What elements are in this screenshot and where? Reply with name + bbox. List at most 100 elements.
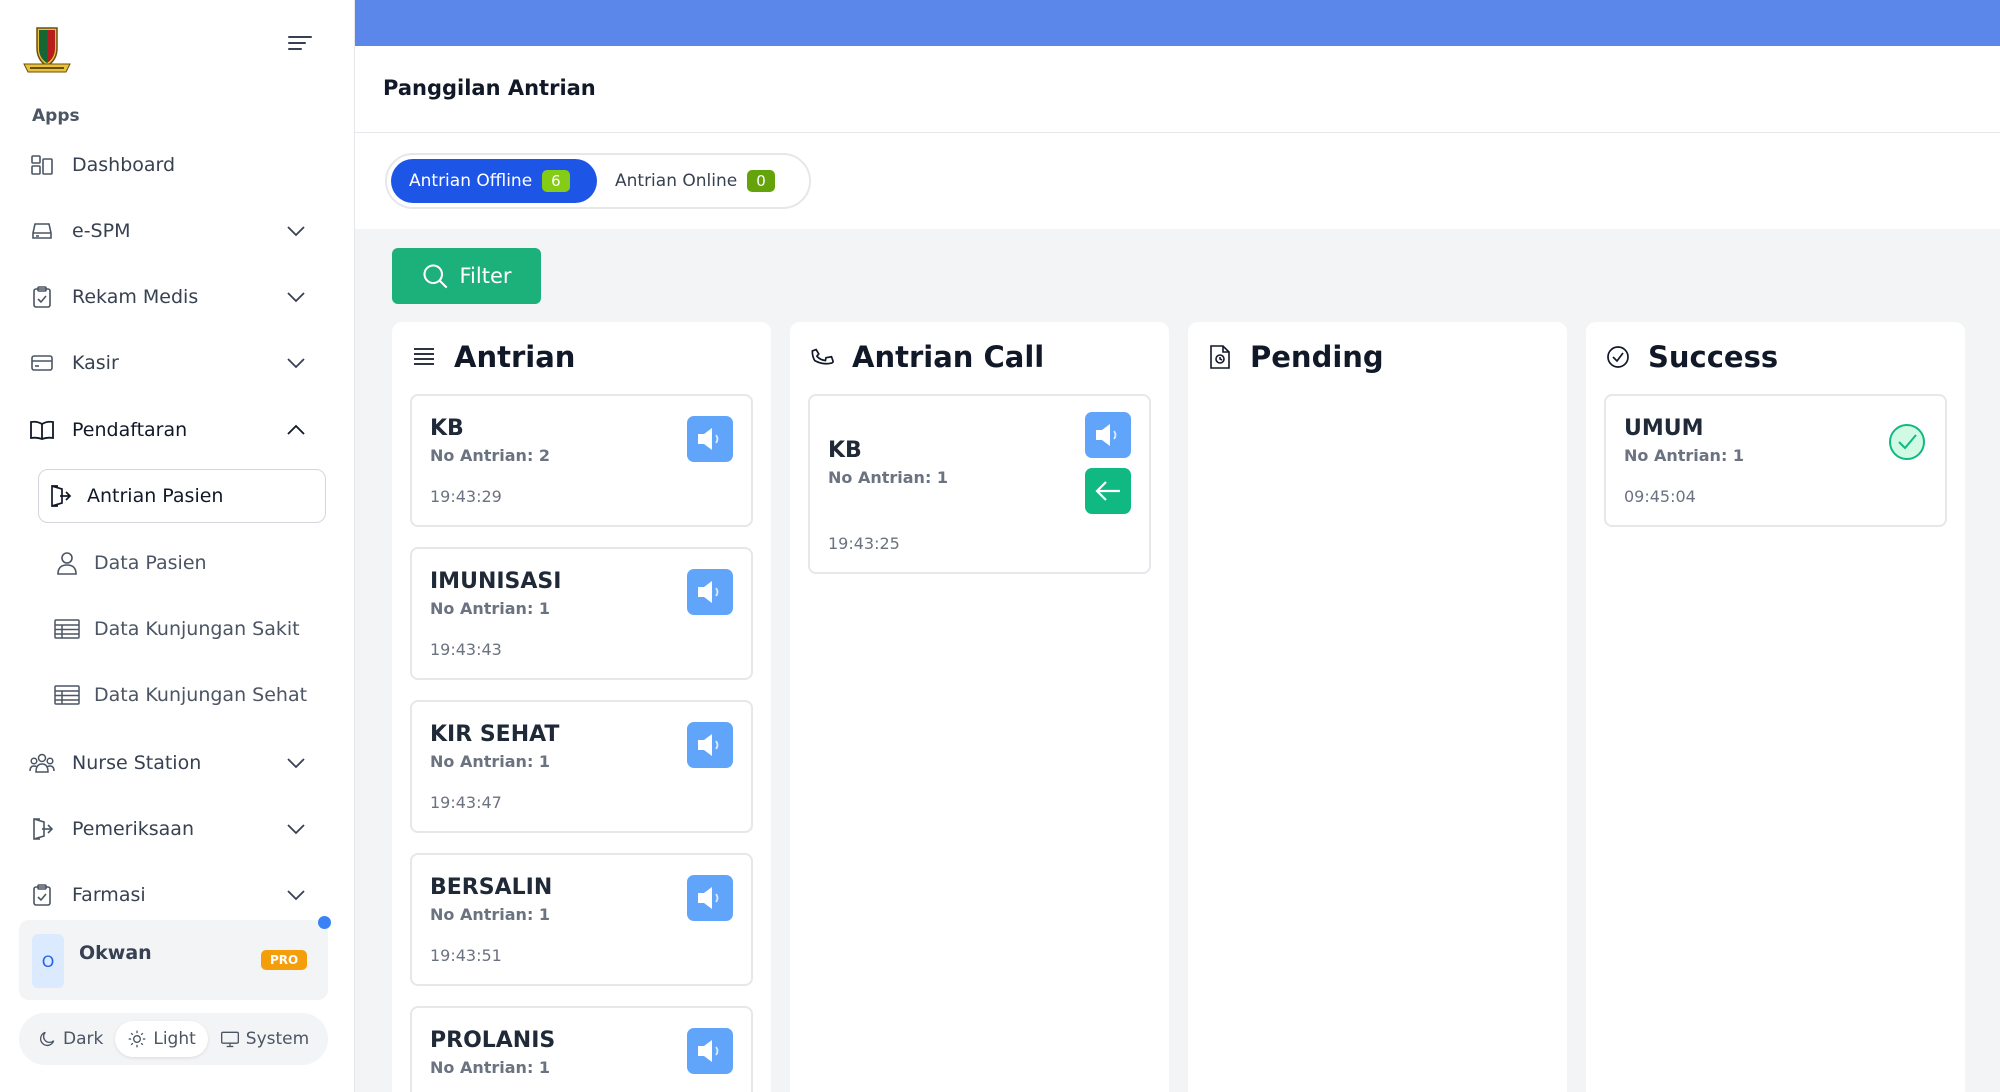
tab-antrian-online[interactable]: Antrian Online 0 [597, 159, 793, 203]
sidebar-subitem-data-kunjungan-sehat[interactable]: Data Kunjungan Sehat [46, 668, 328, 722]
sidebar-subitem-label: Data Kunjungan Sakit [94, 618, 300, 640]
user-name: Okwan [79, 942, 152, 964]
speaker-icon [698, 887, 719, 909]
sun-icon [129, 1030, 146, 1048]
sidebar-item-label: Pendaftaran [72, 419, 188, 441]
sidebar-item-pemeriksaan[interactable]: Pemeriksaan [28, 805, 328, 853]
queue-time: 19:43:47 [430, 793, 502, 812]
sidebar-item-label: Pemeriksaan [72, 818, 194, 840]
queue-number: No Antrian: 1 [828, 468, 949, 487]
chevron-down-icon [287, 890, 305, 901]
column-title: Success [1648, 340, 1779, 374]
tab-label: Antrian Online [615, 171, 738, 191]
filter-label: Filter [459, 264, 512, 288]
theme-light-label: Light [153, 1029, 196, 1049]
column-header: Antrian Call [808, 340, 1044, 374]
call-speaker-button[interactable] [687, 416, 733, 462]
call-speaker-button[interactable] [687, 569, 733, 615]
sidebar-subitem-label: Antrian Pasien [87, 485, 224, 507]
queue-service: PROLANIS [430, 1028, 556, 1053]
tab-antrian-offline[interactable]: Antrian Offline 6 [391, 159, 597, 203]
menu-toggle-icon[interactable] [288, 36, 312, 54]
call-speaker-button[interactable] [1085, 412, 1131, 458]
exit-icon [28, 815, 56, 843]
sidebar-subitem-label: Data Pasien [94, 552, 207, 574]
users-icon [28, 749, 56, 777]
queue-time: 19:43:43 [430, 640, 502, 659]
page-header: Panggilan Antrian [355, 46, 2000, 133]
column-header: Antrian [410, 340, 575, 374]
phone-call-icon [808, 343, 836, 371]
column-pending: Pending [1188, 322, 1567, 1092]
column-header: Success [1604, 340, 1778, 374]
queue-number: No Antrian: 1 [430, 599, 551, 618]
arrow-left-icon [1095, 481, 1120, 501]
column-title: Antrian Call [852, 340, 1045, 374]
clipboard-icon [28, 283, 56, 311]
sidebar-item-label: Dashboard [72, 154, 176, 176]
sidebar-item-kasir[interactable]: Kasir [28, 339, 328, 387]
app-logo[interactable] [18, 24, 76, 74]
tab-strip: Antrian Offline 6 Antrian Online 0 [355, 133, 2000, 229]
sidebar: Apps Dashboard e-SPM Rekam Medis Kasir P… [0, 0, 355, 1092]
sidebar-item-label: e-SPM [72, 220, 131, 242]
queue-service: KB [430, 416, 464, 441]
sidebar-item-nurse-station[interactable]: Nurse Station [28, 739, 328, 787]
queue-service: UMUM [1624, 416, 1704, 441]
column-title: Antrian [454, 340, 576, 374]
top-bar [355, 0, 2000, 46]
chevron-down-icon [287, 226, 305, 237]
queue-tabs: Antrian Offline 6 Antrian Online 0 [385, 153, 811, 209]
sidebar-subitem-data-kunjungan-sakit[interactable]: Data Kunjungan Sakit [46, 602, 328, 656]
notification-dot [318, 916, 331, 929]
call-speaker-button[interactable] [687, 1028, 733, 1074]
sidebar-item-farmasi[interactable]: Farmasi [28, 871, 328, 919]
theme-light-option[interactable]: Light [115, 1021, 208, 1057]
call-speaker-button[interactable] [687, 722, 733, 768]
clipboard-icon [28, 881, 56, 909]
column-header: Pending [1206, 340, 1384, 374]
sidebar-item-label: Kasir [72, 352, 119, 374]
success-check-icon [1889, 424, 1925, 460]
queue-card: BERSALIN No Antrian: 1 19:43:51 [410, 853, 753, 986]
queue-number: No Antrian: 2 [430, 446, 551, 465]
theme-dark-option[interactable]: Dark [25, 1021, 115, 1057]
tab-count-badge: 6 [542, 170, 570, 192]
queue-service: KB [828, 438, 862, 463]
theme-system-option[interactable]: System [208, 1021, 321, 1057]
sidebar-subitem-data-pasien[interactable]: Data Pasien [46, 536, 328, 590]
dashboard-icon [28, 151, 56, 179]
theme-system-label: System [245, 1029, 310, 1049]
user-profile-card[interactable]: O Okwan PRO [19, 920, 328, 1000]
queue-time: 09:45:04 [1624, 487, 1696, 506]
filter-button[interactable]: Filter [392, 248, 541, 304]
table-icon [54, 616, 80, 642]
card-icon [28, 349, 56, 377]
queue-service: KIR SEHAT [430, 722, 560, 747]
monitor-icon [220, 1031, 239, 1048]
sidebar-subitem-antrian-pasien[interactable]: Antrian Pasien [38, 469, 326, 523]
queue-time: 19:43:29 [430, 487, 502, 506]
return-to-queue-button[interactable] [1085, 468, 1131, 514]
call-speaker-button[interactable] [687, 875, 733, 921]
sidebar-subitem-label: Data Kunjungan Sehat [94, 684, 308, 706]
theme-switcher: Dark Light System [19, 1013, 328, 1065]
speaker-icon [698, 581, 719, 603]
moon-icon [39, 1031, 55, 1047]
tab-label: Antrian Offline [409, 171, 533, 191]
queue-number: No Antrian: 1 [430, 1058, 551, 1077]
queue-card: KB No Antrian: 1 19:43:25 [808, 394, 1151, 574]
sidebar-item-label: Farmasi [72, 884, 146, 906]
sidebar-item-rekam-medis[interactable]: Rekam Medis [28, 273, 328, 321]
queue-card: KIR SEHAT No Antrian: 1 19:43:47 [410, 700, 753, 833]
sidebar-item-pendaftaran[interactable]: Pendaftaran [28, 406, 328, 454]
column-antrian-call: Antrian Call KB No Antrian: 1 19:43:25 [790, 322, 1169, 1092]
column-success: Success UMUM No Antrian: 1 09:45:04 [1586, 322, 1965, 1092]
chevron-down-icon [287, 758, 305, 769]
queue-number: No Antrian: 1 [430, 905, 551, 924]
speaker-icon [1096, 424, 1117, 446]
sidebar-item-label: Rekam Medis [72, 286, 199, 308]
apps-section-label: Apps [32, 106, 80, 126]
sidebar-item-espm[interactable]: e-SPM [28, 207, 328, 255]
sidebar-item-dashboard[interactable]: Dashboard [28, 141, 328, 189]
